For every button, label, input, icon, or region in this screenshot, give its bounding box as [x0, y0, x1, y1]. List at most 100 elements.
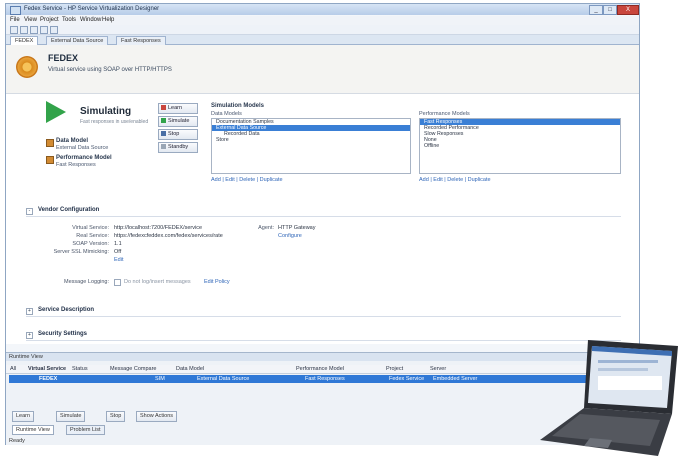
real-service-label: Real Service: [76, 233, 109, 239]
play-icon[interactable] [46, 101, 66, 123]
simulation-status-detail: Fast responses in use/enabled [80, 119, 149, 125]
performance-models-list: Fast Responses Recorded Performance Slow… [419, 118, 621, 174]
message-logging-checkbox[interactable] [114, 279, 121, 286]
section-divider [26, 216, 621, 217]
data-model-label: Data Model [56, 138, 89, 144]
window-title: Fedex Service - HP Service Virtualizatio… [24, 6, 160, 12]
new-icon[interactable] [10, 26, 18, 34]
column-header[interactable]: Project [386, 366, 403, 372]
menu-file[interactable]: File [10, 17, 20, 23]
stop-icon [161, 131, 166, 136]
simulation-status: Simulating [80, 106, 132, 117]
column-header[interactable]: Status [72, 366, 88, 372]
record-icon [161, 105, 166, 110]
collapse-icon[interactable]: - [26, 208, 33, 215]
section-divider [26, 340, 621, 341]
performance-model-icon [46, 156, 54, 164]
row-server: Embedded Server [433, 376, 478, 382]
column-header[interactable]: Message Compare [110, 366, 156, 372]
menu-view[interactable]: View [24, 17, 37, 23]
learn-button-label: Learn [168, 105, 183, 111]
column-header[interactable]: Performance Model [296, 366, 344, 372]
row-data-model: External Data Source [197, 376, 250, 382]
menu-project[interactable]: Project [40, 17, 59, 23]
service-editor: Simulating Fast responses in use/enabled… [6, 94, 639, 344]
agent-label: Agent: [258, 225, 274, 231]
tab-external-data-source[interactable]: External Data Source [46, 36, 109, 45]
save-icon[interactable] [30, 26, 38, 34]
stop-button-label: Stop [168, 131, 180, 137]
service-description-header[interactable]: Service Description [38, 307, 638, 313]
maximize-button[interactable]: □ [603, 5, 617, 15]
laptop-screen-line [598, 368, 648, 371]
soap-version-label: SOAP Version: [72, 241, 109, 247]
standby-button[interactable]: Standby [158, 142, 198, 153]
message-logging-label: Message Logging: [64, 279, 109, 285]
simulate-button-label: Simulate [168, 118, 190, 124]
row-status: SIM [155, 376, 165, 382]
undo-icon[interactable] [40, 26, 48, 34]
section-divider [26, 316, 621, 317]
service-subtitle: Virtual service using SOAP over HTTP/HTT… [48, 67, 172, 73]
column-header[interactable]: Virtual Service [28, 366, 66, 372]
menu-window[interactable]: Window [80, 17, 101, 23]
minimize-button[interactable]: _ [589, 5, 603, 15]
menu-bar: File View Project Tools Window Help [6, 16, 639, 25]
performance-models-actions[interactable]: Add | Edit | Delete | Duplicate [419, 177, 491, 183]
gear-icon [16, 56, 38, 78]
learn-button[interactable]: Learn [158, 103, 198, 114]
performance-model-value: Fast Responses [56, 162, 96, 168]
title-bar: Fedex Service - HP Service Virtualizatio… [6, 4, 639, 15]
list-item[interactable]: Store [212, 137, 410, 143]
column-header[interactable]: Data Model [176, 366, 204, 372]
vendor-configuration-header[interactable]: Vendor Configuration [38, 207, 638, 213]
toolbar [6, 25, 639, 35]
soap-version-value: 1.1 [114, 241, 122, 247]
row-project: Fedex Service [389, 376, 425, 382]
simulation-models-title: Simulation Models [211, 103, 265, 109]
tab-fedex[interactable]: FEDEX [10, 36, 39, 45]
configure-link[interactable]: Configure [278, 233, 302, 239]
runtime-stop-button[interactable]: Stop [106, 411, 126, 422]
virtual-service-label: Virtual Service: [72, 225, 109, 231]
column-header[interactable]: Server [430, 366, 446, 372]
column-header[interactable]: All [10, 366, 16, 372]
server-ssl-value: Off [114, 249, 122, 255]
show-actions-button[interactable]: Show Actions [136, 411, 178, 422]
menu-help[interactable]: Help [102, 17, 114, 23]
data-model-icon [46, 139, 54, 147]
virtual-service-value: http://localhost:7200/FEDEX/service [114, 225, 203, 231]
data-model-value: External Data Source [56, 145, 109, 151]
close-button[interactable]: X [617, 5, 639, 15]
tab-fast-responses[interactable]: Fast Responses [116, 36, 166, 45]
tab-problem-list[interactable]: Problem List [66, 425, 105, 435]
open-icon[interactable] [20, 26, 28, 34]
performance-model-label: Performance Model [56, 155, 112, 161]
runtime-learn-button[interactable]: Learn [12, 411, 35, 422]
app-icon [10, 6, 21, 15]
row-service-name: FEDEX [39, 376, 58, 382]
edit-link[interactable]: Edit [114, 257, 123, 263]
redo-icon[interactable] [50, 26, 58, 34]
laptop-image [540, 340, 678, 456]
editor-tabs: FEDEX External Data Source Fast Response… [6, 35, 639, 45]
data-models-list: Documentation Samples External Data Sour… [211, 118, 411, 174]
row-performance-model: Fast Responses [305, 376, 345, 382]
real-service-value: https://fedexcfeddex.com/fedex/services/… [114, 233, 223, 239]
message-logging-text: Do not log/insert messages [124, 279, 191, 285]
server-ssl-label: Server SSL Mimicking: [53, 249, 109, 255]
list-item[interactable]: Offline [420, 143, 620, 149]
play-small-icon [161, 118, 166, 123]
edit-policy-link[interactable]: Edit Policy [204, 279, 230, 285]
tab-runtime-view[interactable]: Runtime View [12, 425, 54, 435]
stop-button[interactable]: Stop [158, 129, 198, 140]
expand-icon[interactable]: + [26, 332, 33, 339]
agent-value: HTTP Gateway [278, 225, 316, 231]
simulate-button[interactable]: Simulate [158, 116, 198, 127]
runtime-simulate-button[interactable]: Simulate [56, 411, 86, 422]
data-models-actions[interactable]: Add | Edit | Delete | Duplicate [211, 177, 283, 183]
service-name: FEDEX [48, 53, 79, 63]
menu-tools[interactable]: Tools [62, 17, 76, 23]
data-models-header: Data Models [211, 111, 242, 117]
expand-icon[interactable]: + [26, 308, 33, 315]
